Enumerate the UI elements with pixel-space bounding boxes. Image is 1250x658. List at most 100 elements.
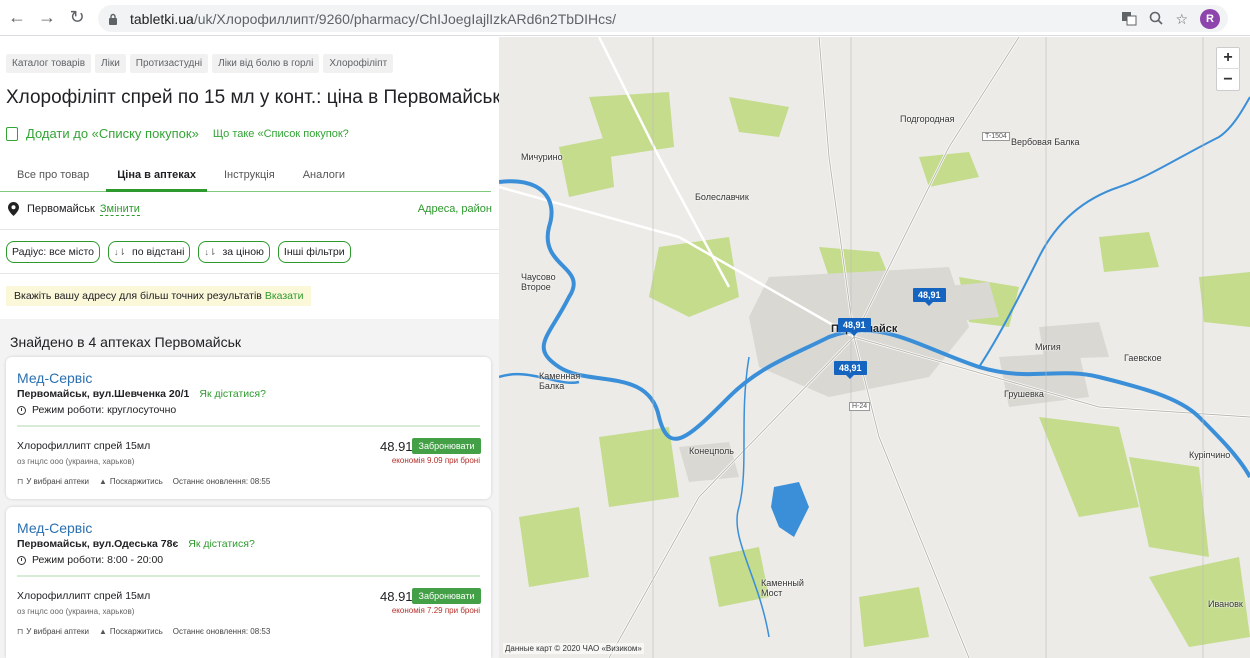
divider	[17, 425, 480, 427]
profile-avatar[interactable]: R	[1200, 9, 1220, 29]
pharmacy-address-text: Первомайськ, вул.Одеська 78є	[17, 538, 179, 550]
filter-bar: Радіус: все місто ↓⇂ по відстані ↓⇂ за цін…	[6, 241, 351, 263]
other-filters-button[interactable]: Інші фільтри	[277, 241, 351, 263]
complain-link[interactable]: ▲ Поскаржитись	[99, 627, 163, 636]
sort-by-distance-label: по відстані	[132, 246, 185, 258]
book-button[interactable]: Забронювати	[412, 438, 481, 454]
bookmark-icon: ⊓	[17, 477, 24, 486]
complain-label: Поскаржитись	[109, 627, 163, 636]
pharmacy-address: Первомайськ, вул.Одеська 78є Як дістатися…	[17, 538, 255, 550]
map-place-label: Мигия	[1035, 342, 1061, 352]
working-hours: Режим роботи: круглосуточно	[17, 404, 176, 416]
breadcrumb-item[interactable]: Каталог товарів	[6, 54, 92, 73]
last-update: Останнє оновлення: 08:55	[172, 477, 271, 486]
what-is-shopping-list-link[interactable]: Що таке «Список покупок?	[213, 128, 349, 140]
map-place-label: Ивановк	[1208, 599, 1243, 609]
sort-icon: ↓⇂	[113, 246, 127, 257]
forward-arrow-icon[interactable]: →	[34, 5, 60, 31]
map-place-label: Мичурино	[521, 152, 563, 162]
map-place-label: Вербовая Балка	[1011, 137, 1080, 147]
working-hours: Режим роботи: 8:00 - 20:00	[17, 554, 163, 566]
pharmacy-card: Мед-Сервіс Первомайськ, вул.Шевченка 20/…	[6, 357, 491, 499]
map-place-label: Грушевка	[1004, 389, 1044, 399]
address-hint-banner: Вкажіть вашу адресу для більш точних рез…	[6, 286, 312, 306]
tab-all-about-product[interactable]: Все про товар	[6, 162, 100, 192]
product-tabs: Все про товар Ціна в аптеках Інструкція …	[0, 162, 491, 192]
sort-icon: ↓⇂	[204, 246, 217, 257]
bookmark-star-icon[interactable]: ☆	[1175, 11, 1188, 28]
zoom-out-button[interactable]: −	[1216, 69, 1240, 90]
map-place-label: Подгородная	[900, 114, 955, 124]
product-manufacturer: оз гнцлс ооо (украина, харьков)	[17, 457, 135, 466]
breadcrumb-item[interactable]: Хлорофіліпт	[323, 54, 394, 73]
pharmacy-card: Мед-Сервіс Первомайськ, вул.Одеська 78є Я…	[6, 507, 491, 658]
complain-label: Поскаржитись	[109, 477, 163, 486]
radius-filter-label: Радіус: все місто	[12, 246, 94, 258]
pharmacy-name-link[interactable]: Мед-Сервіс	[17, 370, 92, 386]
map-view[interactable]: + − Подгородная Вербовая Балка Мичурино …	[499, 37, 1250, 658]
lock-icon	[108, 12, 122, 26]
divider	[17, 575, 480, 577]
product-price: 48.91	[380, 439, 413, 454]
breadcrumb: Каталог товарів Ліки Протизастудні Ліки …	[6, 54, 394, 73]
pharmacy-address: Первомайськ, вул.Шевченка 20/1 Як дістати…	[17, 388, 266, 400]
road-number-label: T-1504	[982, 132, 1010, 141]
url-path: /uk/Хлорофиллипт/9260/pharmacy/ChIJoegIa…	[193, 10, 617, 27]
bookmark-icon: ⊓	[17, 627, 24, 636]
pharmacy-name-link[interactable]: Мед-Сервіс	[17, 520, 92, 536]
pharmacy-list-panel: Каталог товарів Ліки Протизастудні Ліки …	[0, 37, 499, 658]
sort-by-price-button[interactable]: ↓⇂ за ціною	[198, 241, 270, 263]
working-hours-text: Режим роботи: круглосуточно	[32, 404, 177, 416]
tab-instructions[interactable]: Інструкція	[213, 162, 286, 192]
product-price: 48.91	[380, 589, 413, 604]
sort-by-price-label: за ціною	[222, 246, 264, 258]
card-footer: ⊓ У вибрані аптеки ▲ Поскаржитись Останнє …	[17, 627, 270, 636]
price-marker[interactable]: 48,91	[838, 318, 871, 336]
warning-icon: ▲	[98, 627, 107, 636]
booking-saving: економія 7.29 при броні	[391, 606, 480, 615]
road-number-label: H-24	[849, 402, 871, 411]
shopping-list-row: Додати до «Списку покупок» Що таке «Спис…	[6, 126, 349, 141]
directions-link[interactable]: Як дістатися?	[188, 538, 255, 550]
location-pin-icon	[8, 202, 19, 216]
tab-analogues[interactable]: Аналоги	[292, 162, 356, 192]
address-bar[interactable]: tabletki.ua/uk/Хлорофиллипт/9260/pharmac…	[98, 5, 1228, 32]
clock-icon	[17, 405, 26, 415]
other-filters-label: Інші фільтри	[283, 246, 345, 258]
directions-link[interactable]: Як дістатися?	[199, 388, 266, 400]
price-marker[interactable]: 48,91	[913, 288, 946, 306]
zoom-in-button[interactable]: +	[1216, 48, 1240, 70]
breadcrumb-item[interactable]: Ліки від болю в горлі	[212, 54, 320, 73]
add-to-shopping-list-link[interactable]: Додати до «Списку покупок»	[26, 126, 199, 141]
breadcrumb-item[interactable]: Ліки	[95, 54, 126, 73]
complain-link[interactable]: ▲ Поскаржитись	[99, 477, 163, 486]
sort-by-distance-button[interactable]: ↓⇂ по відстані	[107, 241, 191, 263]
change-city-link[interactable]: Змінити	[99, 203, 140, 216]
add-favorite-label: У вибрані аптеки	[26, 477, 89, 486]
back-arrow-icon[interactable]: ←	[4, 5, 30, 31]
radius-filter-button[interactable]: Радіус: все місто	[6, 241, 100, 263]
map-attribution: Данные карт © 2020 ЧАО «Визиком»	[503, 643, 644, 654]
add-favorite-link[interactable]: ⊓ У вибрані аптеки	[17, 627, 89, 636]
address-district-link[interactable]: Адреса, район	[418, 203, 492, 215]
add-favorite-link[interactable]: ⊓ У вибрані аптеки	[17, 477, 89, 486]
map-place-label: Конецполь	[689, 446, 734, 456]
reload-icon[interactable]: ↻	[64, 5, 90, 31]
breadcrumb-item[interactable]: Протизастудні	[129, 54, 209, 73]
add-favorite-label: У вибрані аптеки	[26, 627, 89, 636]
specify-address-link[interactable]: Вказати	[265, 290, 304, 302]
translate-icon[interactable]	[1121, 10, 1137, 29]
location-row: Первомайськ Змінити Адреса, район	[8, 202, 492, 216]
tab-pharmacy-prices[interactable]: Ціна в аптеках	[106, 162, 207, 192]
product-name: Хлорофиллипт спрей 15мл	[17, 590, 151, 602]
map-place-label: Чаусово Второе	[521, 272, 556, 292]
product-name: Хлорофиллипт спрей 15мл	[17, 440, 151, 452]
map-place-label: Болеславчик	[695, 192, 749, 202]
map-place-label: Каменная Балка	[539, 371, 581, 391]
zoom-magnifier-icon[interactable]	[1149, 11, 1164, 28]
url-domain: tabletki.ua	[130, 10, 194, 27]
page-title: Хлорофіліпт спрей по 15 мл у конт.: ціна…	[6, 87, 499, 108]
price-marker[interactable]: 48,91	[834, 361, 867, 379]
last-update: Останнє оновлення: 08:53	[172, 627, 271, 636]
book-button[interactable]: Забронювати	[412, 588, 481, 604]
